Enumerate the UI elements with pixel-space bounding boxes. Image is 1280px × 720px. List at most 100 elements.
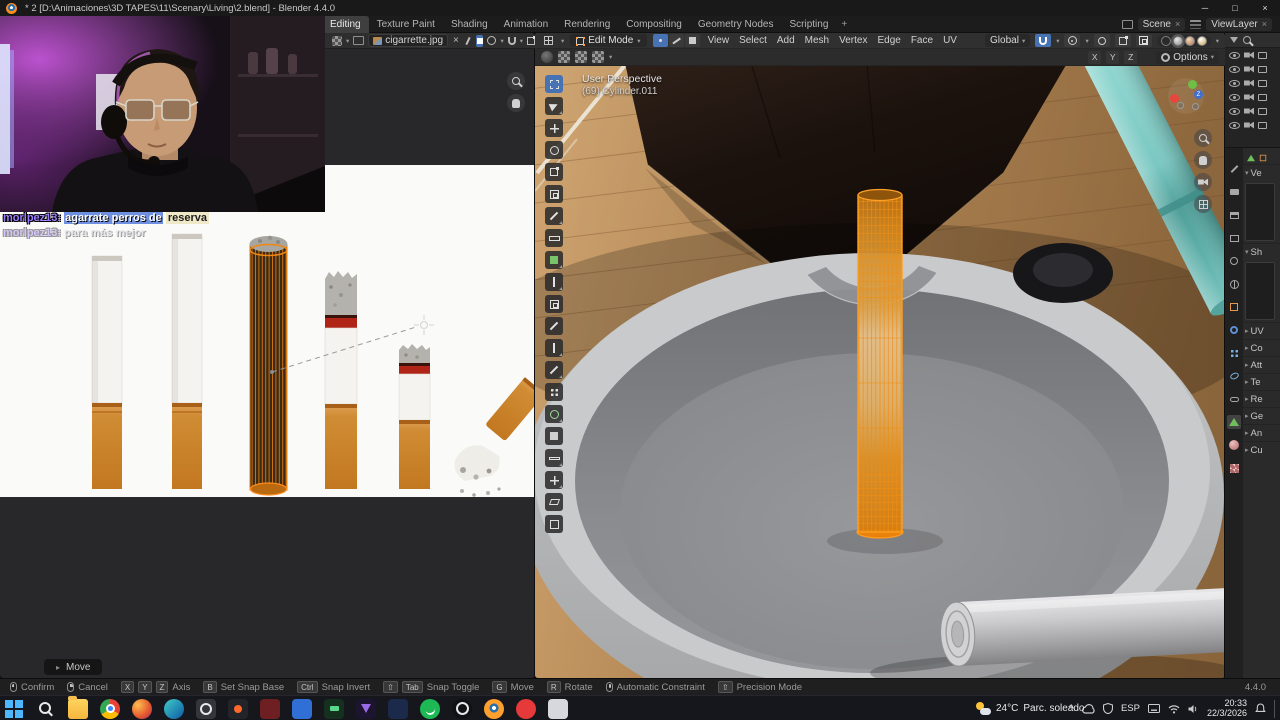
edge-select-button[interactable] xyxy=(668,34,684,47)
chrome-icon[interactable] xyxy=(100,698,120,719)
tab-particles[interactable] xyxy=(1227,346,1241,360)
shape-keys-list[interactable] xyxy=(1245,262,1275,320)
options-dropdown[interactable]: Options ▾ xyxy=(1156,50,1219,64)
disable-render-icon[interactable] xyxy=(1244,121,1254,129)
paint-mode-icon[interactable] xyxy=(475,34,484,47)
zoom-icon[interactable] xyxy=(507,72,525,90)
texture-slot-icon-3[interactable] xyxy=(592,51,604,63)
viewlayer-selector[interactable]: ViewLayer × xyxy=(1206,17,1272,31)
menu-add[interactable]: Add xyxy=(775,35,797,46)
tool-loop-cut[interactable] xyxy=(545,339,563,357)
menu-select[interactable]: Select xyxy=(737,35,769,46)
solid-shading-button[interactable] xyxy=(1170,33,1185,48)
firefox-icon[interactable] xyxy=(132,698,152,719)
outliner-row[interactable] xyxy=(1225,118,1280,132)
tool-smooth[interactable] xyxy=(545,427,563,445)
tab-view-layer[interactable] xyxy=(1227,231,1241,245)
panel-texture-space[interactable]: ▸ Te xyxy=(1243,373,1280,390)
add-workspace-button[interactable]: + xyxy=(836,16,852,33)
tab-constraints[interactable] xyxy=(1227,392,1241,406)
hide-viewport-icon[interactable] xyxy=(1229,121,1240,129)
panel-remesh[interactable]: ▸ Re xyxy=(1243,390,1280,407)
disable-render-icon[interactable] xyxy=(1244,79,1254,87)
disable-render-icon[interactable] xyxy=(1244,93,1254,101)
mask-icon[interactable] xyxy=(487,35,497,47)
tool-bevel[interactable] xyxy=(545,317,563,335)
notification-bell-icon[interactable] xyxy=(1255,703,1266,714)
tool-rotate[interactable] xyxy=(545,141,563,159)
outliner-row[interactable] xyxy=(1225,76,1280,90)
panel-animation[interactable]: ▸ An xyxy=(1243,424,1280,441)
tab-tool[interactable] xyxy=(1227,162,1241,176)
show-gizmo-toggle[interactable] xyxy=(1093,34,1110,47)
panel-shape-keys[interactable]: ▾ Sh xyxy=(1243,243,1280,260)
blue-app-icon[interactable] xyxy=(292,698,312,719)
tab-texture[interactable] xyxy=(1227,461,1241,475)
vertex-select-button[interactable] xyxy=(652,34,668,47)
new-image-icon[interactable] xyxy=(353,35,365,47)
axis-neg-x-handle[interactable] xyxy=(1192,103,1199,110)
disable-viewport-icon[interactable] xyxy=(1258,51,1267,59)
panel-color-attributes[interactable]: ▸ Co xyxy=(1243,339,1280,356)
3d-viewport[interactable]: ▾ Edit Mode ▾ View Select Add Mesh Verte… xyxy=(534,32,1226,679)
axis-neg-y-handle[interactable] xyxy=(1177,102,1184,109)
tool-annotate[interactable] xyxy=(545,207,563,225)
face-select-button[interactable] xyxy=(684,34,700,47)
disable-render-icon[interactable] xyxy=(1244,51,1254,59)
tab-material[interactable] xyxy=(1227,438,1241,452)
disable-viewport-icon[interactable] xyxy=(1258,121,1267,129)
panel-uv-maps[interactable]: ▸ UV xyxy=(1243,322,1280,339)
mode-selector[interactable]: Edit Mode ▾ xyxy=(570,34,647,47)
disable-viewport-icon[interactable] xyxy=(1258,107,1267,115)
tool-shear[interactable] xyxy=(545,493,563,511)
tab-physics[interactable] xyxy=(1227,369,1241,383)
shield-icon[interactable] xyxy=(1102,703,1113,714)
disable-render-icon[interactable] xyxy=(1244,65,1254,73)
hide-viewport-icon[interactable] xyxy=(1229,65,1240,73)
hide-viewport-icon[interactable] xyxy=(1229,51,1240,59)
menu-view[interactable]: View xyxy=(706,35,732,46)
camera-view-icon[interactable] xyxy=(1194,173,1212,191)
tray-expand-chevron[interactable]: ^ xyxy=(1069,703,1074,715)
viewlayer-remove-icon[interactable]: × xyxy=(1262,19,1267,29)
tool-scale[interactable] xyxy=(545,163,563,181)
outliner-row[interactable] xyxy=(1225,62,1280,76)
editor-type-icon[interactable] xyxy=(332,35,342,47)
menu-mesh[interactable]: Mesh xyxy=(803,35,831,46)
texture-slot-icon-1[interactable] xyxy=(558,51,570,63)
properties-editor[interactable]: ▾ Ve ▾ Sh ▸ UV ▸ Co ▸ Att ▸ Te ▸ Re ▸ Ge ▸ An ▸ Cu xyxy=(1225,148,1280,678)
active-tool-icon[interactable] xyxy=(541,51,553,63)
rendered-shading-button[interactable] xyxy=(1196,35,1207,46)
panel-vertex-groups[interactable]: ▾ Ve xyxy=(1243,164,1280,181)
mirror-x-toggle[interactable]: X xyxy=(1088,50,1102,64)
close-button[interactable]: × xyxy=(1250,0,1280,16)
material-shading-button[interactable] xyxy=(1184,35,1195,46)
overlays-icon[interactable] xyxy=(527,35,535,47)
unlink-image-button[interactable]: × xyxy=(452,35,460,47)
tab-rendering[interactable]: Rendering xyxy=(556,16,618,33)
tool-shrink-fatten[interactable] xyxy=(545,471,563,489)
panel-custom-properties[interactable]: ▸ Cu xyxy=(1243,441,1280,458)
search-icon[interactable] xyxy=(36,699,56,719)
outliner-row[interactable] xyxy=(1225,104,1280,118)
tool-move[interactable] xyxy=(545,119,563,137)
tool-measure[interactable] xyxy=(545,229,563,247)
green-app-icon[interactable] xyxy=(324,698,344,719)
tool-select-box[interactable] xyxy=(545,75,563,93)
blender-taskbar-icon[interactable] xyxy=(484,698,504,719)
navigation-gizmo[interactable]: Z xyxy=(1168,78,1204,114)
proportional-edit-toggle[interactable] xyxy=(1064,34,1081,47)
zoom-icon[interactable] xyxy=(1194,129,1212,147)
hide-viewport-icon[interactable] xyxy=(1229,79,1240,87)
wifi-icon[interactable] xyxy=(1168,704,1180,714)
tab-shading[interactable]: Shading xyxy=(443,16,496,33)
red-circle-app-icon[interactable] xyxy=(516,698,536,719)
orange-dot-app-icon[interactable] xyxy=(228,698,248,719)
panel-attributes[interactable]: ▸ Att xyxy=(1243,356,1280,373)
tab-modifiers[interactable] xyxy=(1227,323,1241,337)
editor-type-3d-icon[interactable] xyxy=(541,35,555,47)
wireframe-shading-button[interactable] xyxy=(1160,35,1171,46)
tab-object-data[interactable] xyxy=(1227,415,1241,429)
tool-poly-build[interactable] xyxy=(545,383,563,401)
scene-selector[interactable]: Scene × xyxy=(1137,17,1186,31)
